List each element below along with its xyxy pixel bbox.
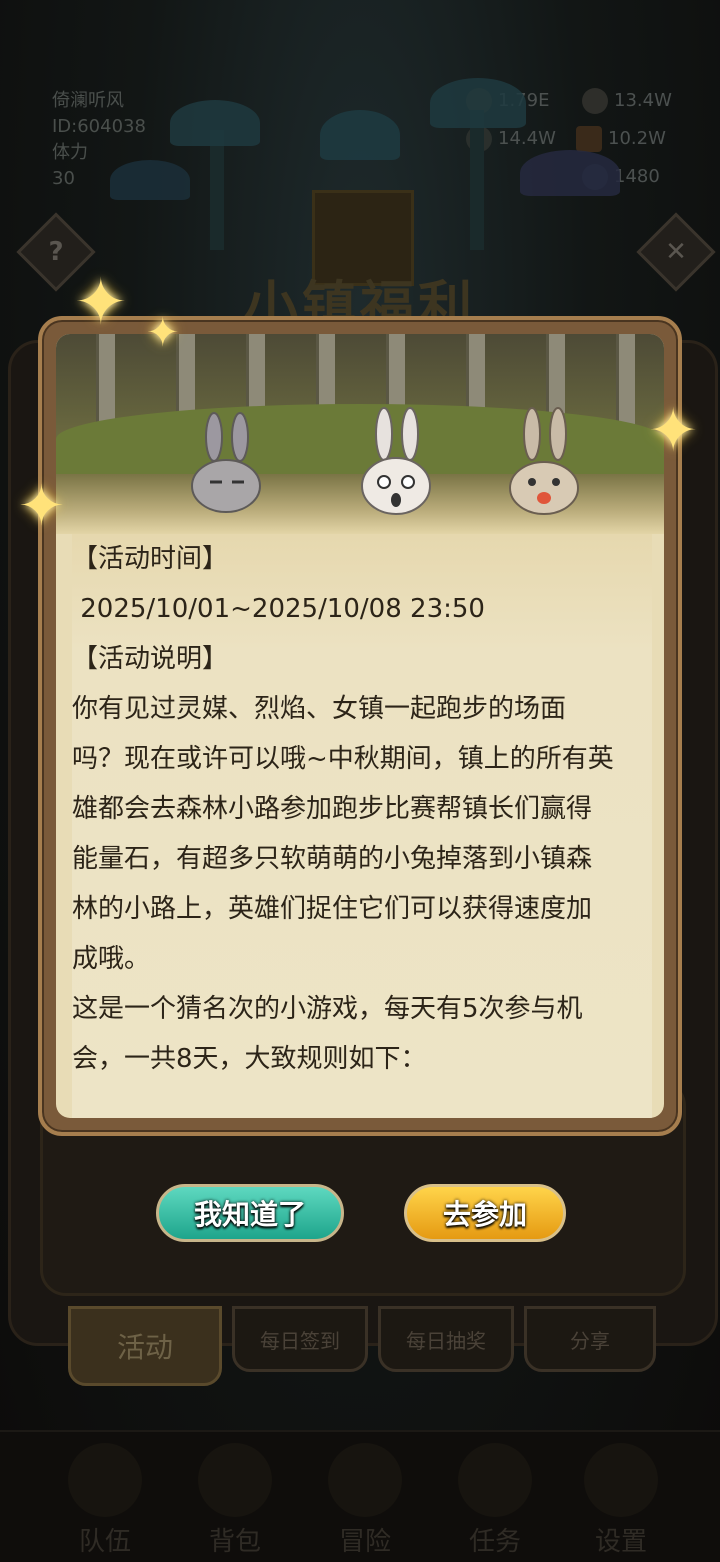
nav-bag[interactable]: 背包 (180, 1440, 290, 1558)
nav-settings[interactable]: 设置 (566, 1440, 676, 1558)
mushroom-cap (170, 100, 260, 146)
sparkle-icon: ✦ (146, 310, 180, 356)
crossed-tools-icon: ✕ (665, 237, 687, 267)
nav-tasks[interactable]: 任务 (440, 1440, 550, 1558)
tab-share[interactable]: 分享 (524, 1306, 656, 1372)
description-line: 能量石，有超多只软萌萌的小兔掉落到小镇森 (72, 844, 593, 874)
task-icon (458, 1443, 532, 1517)
got-it-button[interactable]: 我知道了 (156, 1184, 344, 1242)
mushroom-stem (210, 130, 224, 250)
tab-daily-checkin[interactable]: 每日签到 (232, 1306, 368, 1372)
mushroom-cap (430, 78, 526, 128)
description-line: 会，一共8天，大致规则如下： (72, 1044, 427, 1074)
bunny-surprised (361, 407, 431, 515)
nav-adventure[interactable]: 冒险 (310, 1440, 420, 1558)
description-line: 这是一个猜名次的小游戏，每天有5次参与机 (72, 994, 583, 1024)
sparkle-icon: ✦ (74, 266, 128, 340)
description-line: 你有见过灵媒、烈焰、女镇一起跑步的场面 (72, 694, 567, 724)
mushroom-cap (110, 160, 190, 200)
settings-icon (584, 1443, 658, 1517)
resource-wand: 13.4W (582, 88, 672, 114)
tab-activity[interactable]: 活动 (68, 1306, 222, 1386)
bunny-sleepy (191, 412, 261, 513)
team-icon (68, 1443, 142, 1517)
wand-icon (582, 88, 608, 114)
description-line: 林的小路上，英雄们捉住它们可以获得速度加 (72, 894, 593, 924)
mushroom-cap (520, 150, 620, 196)
box-icon (576, 126, 602, 152)
description-line: 成哦。 (72, 944, 151, 974)
sparkle-icon: ✦ (18, 474, 65, 539)
description-line: 吗？现在或许可以哦~中秋期间，镇上的所有英 (72, 744, 614, 774)
dialog-paper: 【活动时间】 2025/10/01~2025/10/08 23:50 【活动说明… (56, 334, 664, 1118)
activity-description[interactable]: 【活动时间】 2025/10/01~2025/10/08 23:50 【活动说明… (72, 534, 652, 1118)
description-line: 雄都会去森林小路参加跑步比赛帮镇长们赢得 (72, 794, 593, 824)
section-title-description: 【活动说明】 (72, 644, 229, 674)
activity-period: 2025/10/01~2025/10/08 23:50 (72, 594, 485, 624)
player-id: ID:604038 (52, 116, 146, 137)
resource-box: 10.2W (576, 126, 666, 152)
forest-bunny-banner (56, 334, 664, 534)
mushroom-cap (320, 110, 400, 160)
sparkle-icon: ✦ (648, 396, 699, 466)
join-button[interactable]: 去参加 (404, 1184, 566, 1242)
section-title-time: 【活动时间】 (72, 544, 229, 574)
bunnies-illustration (191, 407, 579, 515)
sword-icon (328, 1443, 402, 1517)
player-name: 倚澜听风 (52, 90, 124, 111)
mushroom-stem (470, 110, 484, 250)
bag-icon (198, 1443, 272, 1517)
tab-daily-lottery[interactable]: 每日抽奖 (378, 1306, 514, 1372)
bunny-shouting (509, 407, 579, 515)
nav-team[interactable]: 队伍 (50, 1440, 160, 1558)
activity-info-dialog: 【活动时间】 2025/10/01~2025/10/08 23:50 【活动说明… (38, 316, 682, 1136)
